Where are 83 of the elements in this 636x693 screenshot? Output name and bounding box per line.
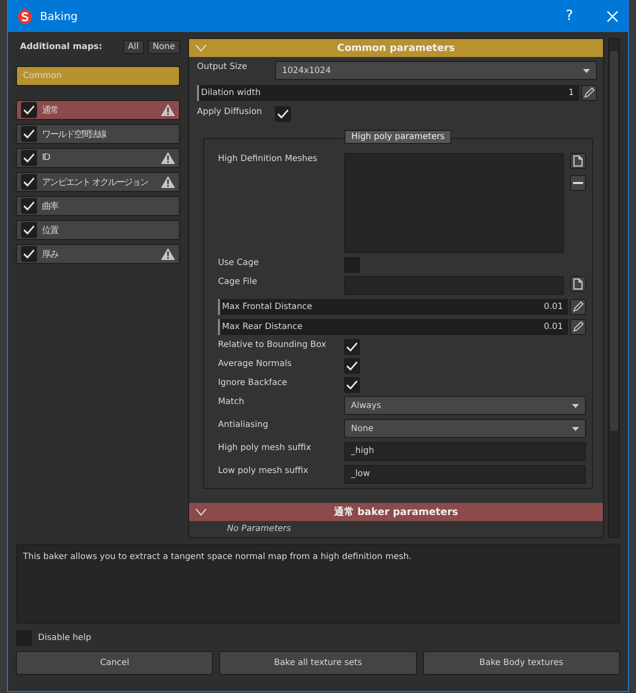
field-label: Antialiasing: [218, 419, 270, 430]
empty-note: No Parameters: [226, 523, 292, 534]
map-label: ID: [42, 153, 51, 163]
edit-button[interactable]: [581, 85, 597, 101]
map-item[interactable]: ワールド空間法線: [16, 124, 180, 144]
dropdown[interactable]: None: [344, 419, 586, 438]
field-label: Ignore Backface: [218, 377, 288, 388]
field-label: Average Normals: [218, 358, 293, 369]
field-label: Match: [218, 396, 246, 407]
checkbox[interactable]: [344, 358, 360, 374]
checkbox[interactable]: [21, 198, 37, 214]
file-icon: [573, 155, 583, 167]
map-label: 曲率: [42, 200, 60, 212]
pencil-icon: [572, 321, 584, 333]
map-label: 通常: [42, 104, 59, 116]
toolbar-button[interactable]: None: [148, 40, 180, 54]
dialog-button[interactable]: Bake all texture sets: [219, 651, 417, 675]
checkbox[interactable]: [21, 150, 37, 166]
map-item[interactable]: アンビエント オクルージョン: [16, 172, 180, 192]
slider-value: 1: [568, 88, 574, 98]
dialog-button[interactable]: Cancel: [16, 651, 214, 675]
section-label: Additional maps:: [19, 42, 104, 52]
toolbar-button[interactable]: All: [122, 40, 144, 54]
scrollbar[interactable]: [608, 38, 620, 538]
checkbox[interactable]: [275, 106, 291, 122]
group-title: High poly parameters: [344, 130, 452, 144]
field-label: High poly mesh suffix: [218, 442, 312, 453]
slider-label: Dilation width: [200, 88, 261, 98]
checkbox[interactable]: [344, 339, 360, 355]
field-label: Apply Diffusion: [197, 106, 263, 117]
add-file-button[interactable]: [570, 276, 586, 292]
section-header[interactable]: 通常 baker parameters: [189, 503, 603, 521]
text-field[interactable]: _high: [344, 442, 586, 461]
field-label: Relative to Bounding Box: [218, 339, 328, 350]
map-label: 厚み: [42, 248, 60, 260]
help-button[interactable]: ?: [554, 8, 585, 24]
slider[interactable]: Dilation width 1: [197, 85, 579, 101]
map-item[interactable]: ID: [16, 148, 180, 168]
map-label: アンビエント オクルージョン: [42, 176, 150, 188]
checkbox-label: Disable help: [38, 633, 92, 643]
window-title: Baking: [40, 10, 79, 22]
checkbox[interactable]: [344, 377, 360, 393]
checkbox[interactable]: [21, 102, 37, 118]
collapse-icon[interactable]: [195, 508, 207, 516]
caret-icon: [572, 426, 579, 430]
map-item[interactable]: 通常: [16, 100, 180, 120]
caret-icon: [583, 68, 590, 72]
field-label: Output Size: [197, 61, 248, 72]
dropdown[interactable]: 1024x1024: [275, 61, 597, 80]
field-label: Cage File: [218, 276, 258, 287]
field-label: Low poly mesh suffix: [218, 465, 310, 476]
map-item[interactable]: 曲率: [16, 196, 180, 216]
pencil-icon: [583, 87, 595, 99]
slider-value: 0.01: [544, 302, 563, 312]
map-item[interactable]: 位置: [16, 220, 180, 240]
dialog-button[interactable]: Bake Body textures: [422, 651, 620, 675]
slider-label: Max Rear Distance: [221, 322, 302, 332]
map-label: 位置: [42, 224, 60, 236]
dropdown[interactable]: Always: [344, 396, 586, 415]
caret-icon: [572, 404, 579, 408]
checkbox[interactable]: [21, 126, 37, 142]
slider[interactable]: Max Frontal Distance 0.01: [218, 299, 568, 315]
minus-icon: [573, 182, 583, 184]
add-file-button[interactable]: [570, 153, 586, 169]
map-item[interactable]: 厚み: [16, 244, 180, 264]
map-label: ワールド空間法線: [42, 128, 108, 140]
checkbox[interactable]: [21, 246, 37, 262]
help-text: This baker allows you to extract a tangent space normal map from a high definition mesh.: [16, 544, 620, 624]
edit-button[interactable]: [570, 299, 586, 315]
text-field[interactable]: _low: [344, 465, 586, 484]
checkbox[interactable]: [21, 222, 37, 238]
edit-button[interactable]: [570, 319, 586, 335]
checkbox[interactable]: [21, 174, 37, 190]
field-label: High Definition Meshes: [218, 153, 318, 164]
app-logo-icon: [18, 8, 32, 24]
field-label: Use Cage: [218, 257, 260, 268]
file-icon: [573, 278, 583, 290]
close-icon[interactable]: [607, 10, 618, 22]
pencil-icon: [572, 301, 584, 313]
slider-value: 0.01: [544, 322, 563, 332]
slider[interactable]: Max Rear Distance 0.01: [218, 319, 568, 335]
slider-label: Max Frontal Distance: [221, 302, 312, 312]
remove-button[interactable]: [570, 175, 586, 191]
